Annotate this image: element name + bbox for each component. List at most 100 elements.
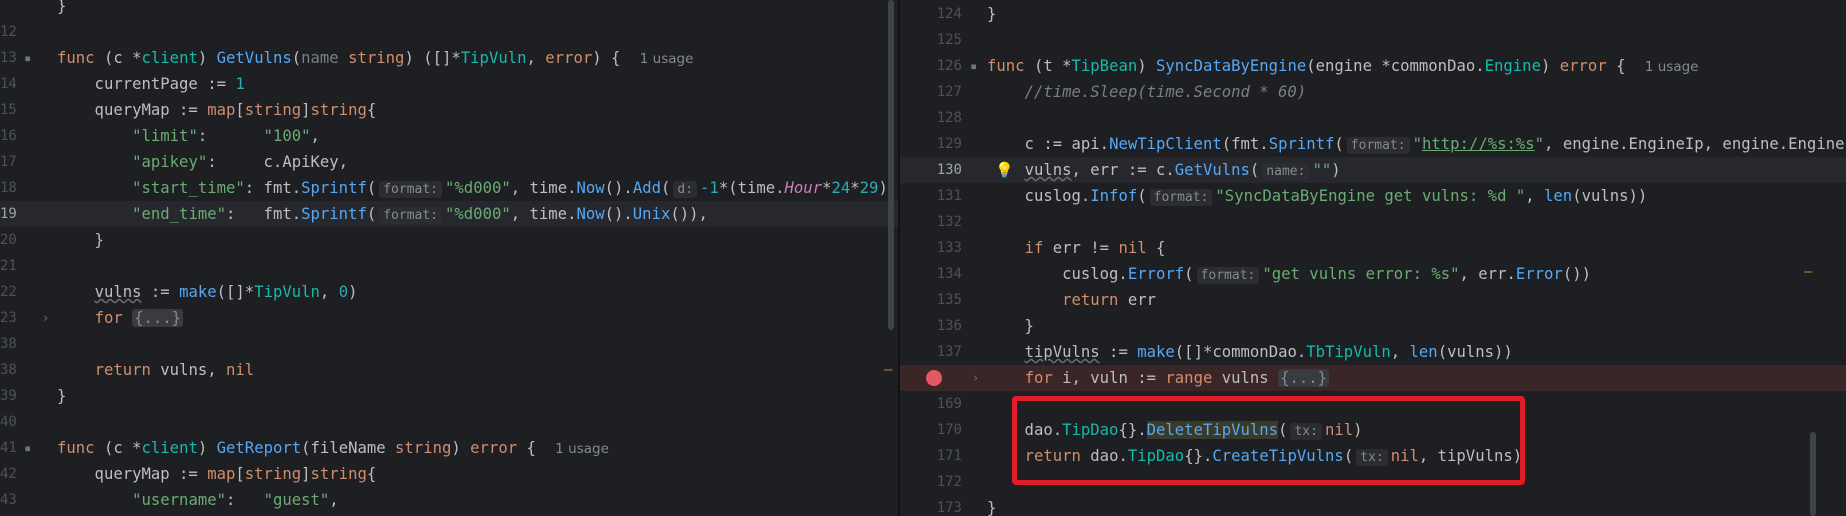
code-text: "start_time": fmt.Sprintf(format: "%d000"… — [132, 179, 900, 198]
code-line[interactable]: 38 return vulns, nil — [0, 357, 900, 383]
line-number: 172 — [936, 474, 962, 490]
line-number: 131 — [936, 188, 962, 204]
highlight-box — [1012, 396, 1525, 485]
code-text: tipVulns := make([]*commonDao.TbTipVuln,… — [1024, 343, 1513, 361]
code-text: "limit": "100", — [132, 127, 320, 145]
line-number: 132 — [936, 214, 962, 230]
code-line[interactable]: 173} — [900, 495, 1846, 516]
code-line[interactable]: } — [0, 0, 900, 19]
line-number: 13 — [0, 50, 17, 66]
line-number: 125 — [936, 32, 962, 48]
line-number: 39 — [0, 388, 17, 404]
left-editor-pane[interactable]: } 12 13 ▪ func (c *client) GetVulns(name str… — [0, 0, 900, 516]
code-text: } — [57, 0, 67, 15]
code-text: } — [57, 231, 104, 249]
code-text: queryMap := map[string]string{ — [57, 465, 377, 483]
left-scrollbar[interactable] — [888, 0, 894, 330]
breakpoint-icon[interactable] — [926, 370, 942, 386]
code-text: cuslog.Infof(format: "SyncDataByEngine ge… — [987, 187, 1648, 206]
line-number: 133 — [936, 240, 962, 256]
code-text: "username": "guest", — [132, 491, 339, 509]
line-number: 171 — [936, 448, 962, 464]
code-line[interactable]: 128 — [900, 105, 1846, 131]
code-line[interactable]: 16 "limit": "100", — [0, 123, 900, 149]
code-text: queryMap := map[string]string{ — [57, 101, 377, 119]
fold-chevron-icon[interactable]: › — [972, 365, 979, 391]
code-text: return err — [1062, 291, 1157, 309]
code-line[interactable]: 23 › for {...} — [0, 305, 900, 331]
line-number: 38 — [0, 362, 17, 378]
change-marker: — — [884, 362, 893, 378]
line-number: 137 — [936, 344, 962, 360]
code-line[interactable]: 18 "start_time": fmt.Sprintf(format: "%d0… — [0, 175, 900, 201]
line-number: 136 — [936, 318, 962, 334]
code-line[interactable]: 41 ▪ func (c *client) GetReport(fileName s… — [0, 435, 900, 461]
line-number: 127 — [936, 84, 962, 100]
code-text: "end_time": fmt.Sprintf(format: "%d000", … — [132, 205, 708, 224]
line-number: 130 — [936, 162, 962, 178]
code-line[interactable]: 135 return err — [900, 287, 1846, 313]
line-number: 41 — [0, 440, 17, 456]
code-line[interactable]: 22 vulns := make([]*TipVuln, 0) — [0, 279, 900, 305]
line-number: 173 — [936, 500, 962, 516]
line-number: 17 — [0, 154, 17, 170]
line-number: 169 — [936, 396, 962, 412]
code-line[interactable]: › for i, vuln := range vulns {...} — [900, 365, 1846, 391]
code-text: if err != nil { — [1024, 239, 1166, 257]
code-line[interactable]: 130 💡 vulns, err := c.GetVulns(name: "") — [900, 157, 1846, 183]
code-line[interactable]: 42 queryMap := map[string]string{ — [0, 461, 900, 487]
code-line[interactable]: 14 currentPage := 1 — [0, 71, 900, 97]
code-text: vulns, err := c.GetVulns(name: "") — [1024, 161, 1341, 180]
right-scrollbar[interactable] — [1810, 432, 1816, 516]
line-number: 12 — [0, 24, 17, 40]
code-text: } — [57, 387, 67, 405]
line-number: 15 — [0, 102, 17, 118]
line-number: 135 — [936, 292, 962, 308]
line-number: 134 — [936, 266, 962, 282]
change-marker: — — [1804, 264, 1813, 280]
line-number: 129 — [936, 136, 962, 152]
code-line[interactable]: 17 "apikey": c.ApiKey, — [0, 149, 900, 175]
code-line[interactable]: 40 — [0, 409, 900, 435]
code-line[interactable]: 137 tipVulns := make([]*commonDao.TbTipV… — [900, 339, 1846, 365]
code-line[interactable]: 39} — [0, 383, 900, 409]
line-number: 18 — [0, 180, 17, 196]
left-code-lines: } 12 13 ▪ func (c *client) GetVulns(name str… — [0, 0, 900, 513]
code-line[interactable]: 136 } — [900, 313, 1846, 339]
line-number: 19 — [0, 206, 17, 222]
fold-chevron-icon[interactable]: › — [42, 305, 49, 331]
line-number: 38 — [0, 336, 17, 352]
method-icon[interactable]: ▪ — [24, 45, 31, 71]
code-line[interactable]: 21 — [0, 253, 900, 279]
code-text: func (c *client) GetReport(fileName stri… — [57, 439, 609, 457]
code-text: for i, vuln := range vulns {...} — [1024, 369, 1330, 387]
code-line[interactable]: 15 queryMap := map[string]string{ — [0, 97, 900, 123]
code-line[interactable]: 12 — [0, 19, 900, 45]
line-number: 42 — [0, 466, 17, 482]
code-text: //time.Sleep(time.Second * 60) — [1024, 83, 1307, 101]
method-icon[interactable]: ▪ — [970, 53, 977, 79]
code-line[interactable]: 38 — [0, 331, 900, 357]
code-text: "apikey": c.ApiKey, — [132, 153, 349, 171]
code-line[interactable]: 43 "username": "guest", — [0, 487, 900, 513]
code-line[interactable]: 20 } — [0, 227, 900, 253]
code-text: } — [987, 499, 997, 516]
line-number: 23 — [0, 310, 17, 326]
code-text: vulns := make([]*TipVuln, 0) — [94, 283, 358, 301]
line-number: 170 — [936, 422, 962, 438]
code-line[interactable]: 127 //time.Sleep(time.Second * 60) — [900, 79, 1846, 105]
line-number: 21 — [0, 258, 17, 274]
code-line[interactable]: 129 c := api.NewTipClient(fmt.Sprintf(fo… — [900, 131, 1846, 157]
code-line[interactable]: 134 cuslog.Errorf(format: "get vulns erro… — [900, 261, 1846, 287]
code-line[interactable]: 126 ▪ func (t *TipBean) SyncDataByEngine(e… — [900, 53, 1846, 79]
code-line[interactable]: 124} — [900, 1, 1846, 27]
code-line[interactable]: 132 — [900, 209, 1846, 235]
method-icon[interactable]: ▪ — [24, 435, 31, 461]
code-line[interactable]: 125 — [900, 27, 1846, 53]
code-line[interactable]: 133 if err != nil { — [900, 235, 1846, 261]
code-line[interactable]: 131 cuslog.Infof(format: "SyncDataByEngin… — [900, 183, 1846, 209]
code-text: c := api.NewTipClient(fmt.Sprintf(format… — [987, 135, 1846, 154]
code-line[interactable]: 19 "end_time": fmt.Sprintf(format: "%d000… — [0, 201, 900, 227]
code-text: cuslog.Errorf(format: "get vulns error: %… — [987, 265, 1591, 284]
code-line[interactable]: 13 ▪ func (c *client) GetVulns(name string… — [0, 45, 900, 71]
